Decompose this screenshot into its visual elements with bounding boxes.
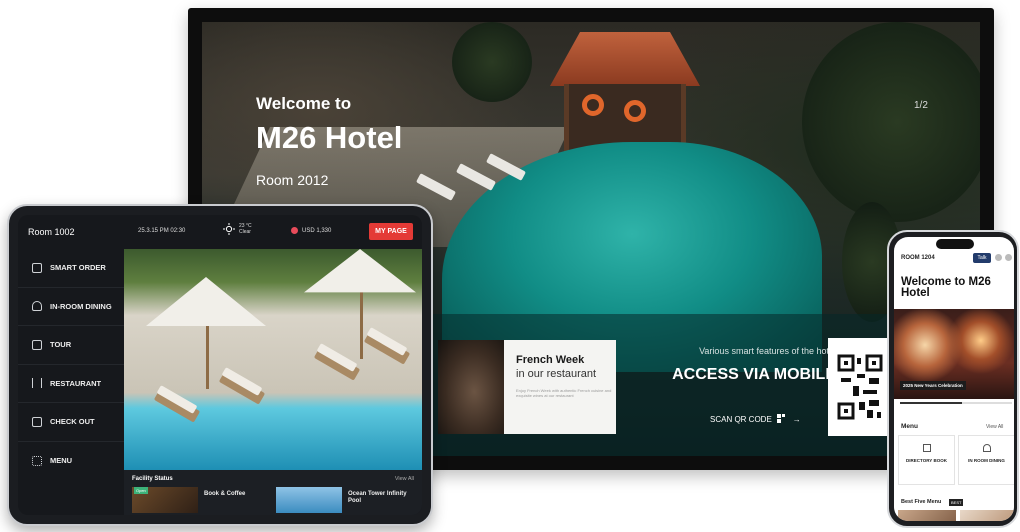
event-caption: 2025 New Years Celebration [900, 381, 966, 390]
facility-thumb[interactable] [276, 487, 342, 513]
tablet-screen: Room 1002 25.3.15 PM 02:30 23 °C Clear U… [18, 215, 422, 515]
umbrella-pole [206, 319, 209, 389]
sidebar-item-label: IN-ROOM DINING [50, 301, 112, 311]
product-showcase: Welcome to M26 Hotel Room 2012 1/2 Frenc… [0, 0, 1020, 532]
slide-progress-fill [900, 402, 962, 404]
phone-notch [936, 239, 974, 249]
in-room-dining-card[interactable]: IN ROOM DINING [958, 435, 1014, 485]
promo-description: Enjoy French Week with authentic French … [516, 388, 612, 398]
weather-widget: 23 °C Clear [223, 223, 252, 235]
tree [802, 22, 980, 222]
tour-icon [32, 339, 42, 350]
sidebar-item-menu[interactable]: MENU [18, 442, 124, 481]
currency-widget: USD 1,330 [291, 227, 331, 234]
tablet-sidebar: SMART ORDER IN-ROOM DINING TOUR RESTAURA… [18, 249, 124, 515]
smart-order-icon [32, 262, 42, 273]
card-label: DIRECTORY BOOK [906, 458, 947, 463]
facility-status-panel: Facility Status View All Open Book & Cof… [124, 470, 422, 515]
best-menu-heading: Best Five Menu [901, 499, 942, 505]
grid-menu-icon [32, 455, 42, 466]
tablet-header: Room 1002 25.3.15 PM 02:30 23 °C Clear U… [18, 215, 422, 249]
sidebar-item-label: SMART ORDER [50, 263, 106, 273]
datetime: 25.3.15 PM 02:30 [138, 228, 186, 234]
sidebar-item-label: CHECK OUT [50, 417, 95, 427]
best-menu-item[interactable] [898, 510, 956, 521]
settings-icon[interactable] [995, 254, 1002, 261]
promo-photo [438, 340, 504, 434]
life-ring-icon [624, 100, 646, 122]
phone-screen: ROOM 1204 Talk Welcome to M26 Hotel 2025… [894, 237, 1014, 521]
room-number: ROOM 1204 [901, 255, 935, 261]
sidebar-item-tour[interactable]: TOUR [18, 326, 124, 365]
cloche-icon [982, 444, 991, 452]
sidebar-item-restaurant[interactable]: RESTAURANT [18, 365, 124, 403]
arrow-right-icon: → [792, 415, 801, 424]
dining-icon [32, 301, 42, 312]
best-menu-item[interactable] [960, 510, 1014, 521]
promo-subtitle: in our restaurant [516, 368, 597, 380]
welcome-heading: Welcome to M26 Hotel [901, 276, 991, 299]
book-icon [922, 444, 931, 452]
hero-photo [124, 249, 422, 470]
sidebar-item-in-room-dining[interactable]: IN-ROOM DINING [18, 288, 124, 326]
phone-device: ROOM 1204 Talk Welcome to M26 Hotel 2025… [887, 230, 1019, 528]
promo-title: French Week [516, 354, 585, 366]
facility-name[interactable]: Book & Coffee [204, 491, 274, 498]
slide-pager[interactable]: 1/2 [914, 100, 928, 111]
umbrella-pole [360, 289, 363, 359]
tablet-device: Room 1002 25.3.15 PM 02:30 23 °C Clear U… [7, 204, 433, 526]
view-all-link[interactable]: View All [986, 424, 1003, 430]
tree [452, 22, 532, 102]
directory-book-card[interactable]: DIRECTORY BOOK [898, 435, 955, 485]
sidebar-item-label: TOUR [50, 340, 72, 350]
access-heading: ACCESS VIA MOBILE [672, 366, 836, 383]
status-badge: Open [134, 487, 148, 494]
room-number: Room 1002 [28, 227, 75, 237]
sidebar-item-smart-order[interactable]: SMART ORDER [18, 249, 124, 288]
room-number: Room 2012 [256, 172, 329, 188]
qr-scan-icon [776, 414, 788, 425]
my-page-button[interactable]: MY PAGE [369, 223, 413, 240]
features-line: Various smart features of the hotel [699, 346, 836, 356]
sun-icon [223, 223, 235, 235]
hotel-name: M26 Hotel [256, 120, 403, 155]
best-badge: BEST [949, 499, 964, 506]
life-ring-icon [582, 94, 604, 116]
weather-desc: Clear [239, 229, 251, 235]
facility-name[interactable]: Ocean Tower Infinity Pool [348, 491, 418, 505]
facility-title: Facility Status [132, 476, 173, 482]
welcome-line: Welcome to [256, 94, 352, 113]
scan-qr-link[interactable]: SCAN QR CODE → [710, 414, 801, 425]
qr-code[interactable] [828, 338, 892, 436]
profile-icon[interactable] [1005, 254, 1012, 261]
talk-button[interactable]: Talk [973, 253, 991, 263]
sidebar-item-check-out[interactable]: CHECK OUT [18, 403, 124, 442]
card-label: IN ROOM DINING [968, 458, 1005, 463]
currency-value: USD 1,330 [302, 227, 332, 234]
menu-heading: Menu [901, 423, 918, 430]
currency-icon [291, 227, 298, 234]
scan-label: SCAN QR CODE [710, 415, 772, 424]
slide-progress [900, 402, 1012, 404]
gazebo-roof [550, 32, 700, 86]
restaurant-icon [32, 378, 42, 389]
promo-card[interactable]: French Week in our restaurant Enjoy Fren… [438, 340, 616, 434]
sidebar-item-label: RESTAURANT [50, 378, 102, 388]
qr-code-icon [837, 354, 883, 420]
sidebar-item-label: MENU [50, 456, 73, 466]
view-all-link[interactable]: View All [395, 476, 414, 482]
checkout-icon [32, 416, 42, 427]
